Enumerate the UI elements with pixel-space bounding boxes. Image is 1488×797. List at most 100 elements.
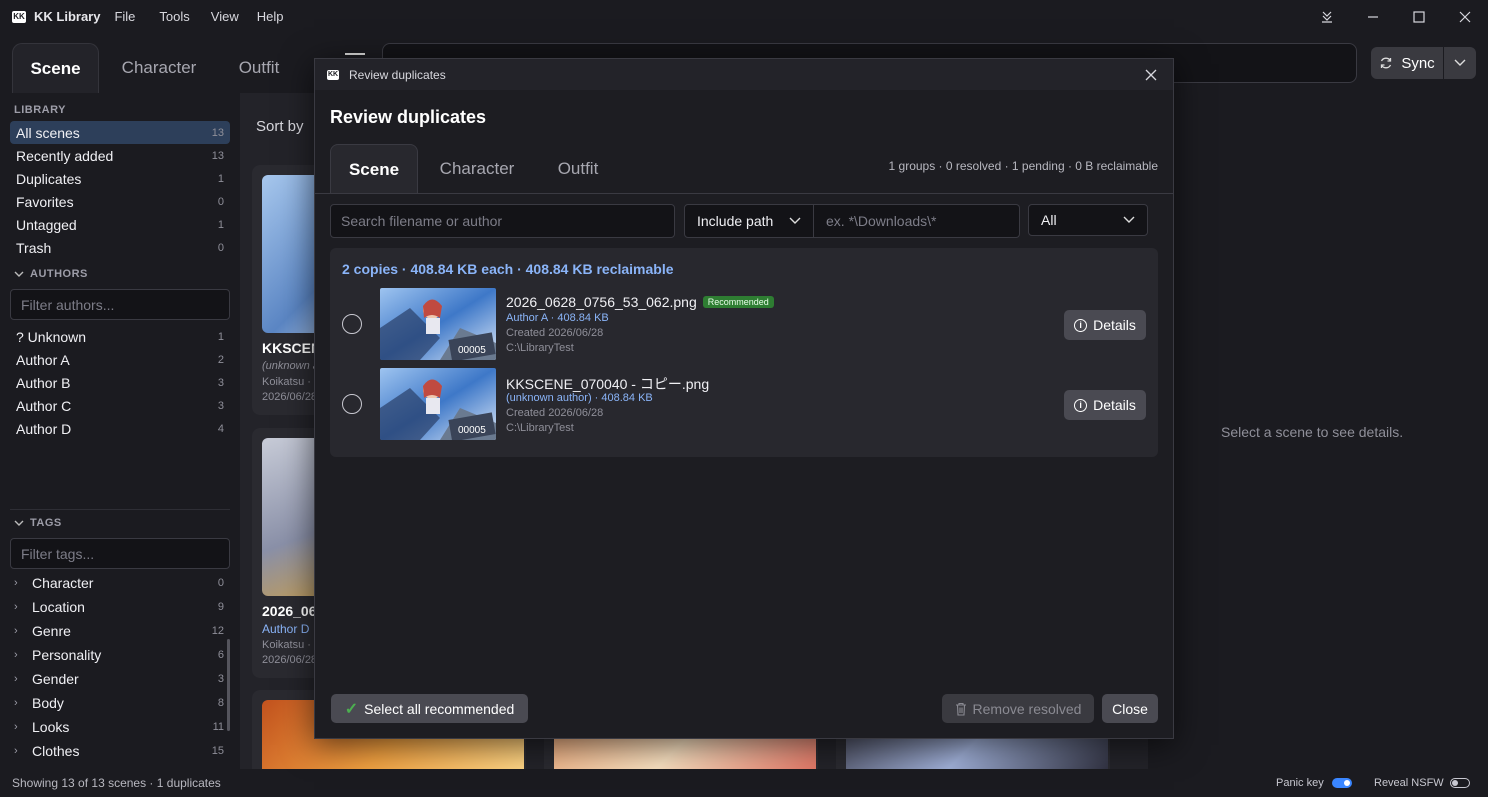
close-window-icon[interactable] bbox=[1442, 0, 1488, 33]
status-bar: Showing 13 of 13 scenes · 1 duplicates P… bbox=[0, 769, 1488, 797]
sidebar-item-count: 0 bbox=[217, 241, 224, 254]
sidebar-item-duplicates[interactable]: Duplicates 1 bbox=[10, 167, 230, 190]
sidebar-item-count: 4 bbox=[217, 422, 224, 435]
remove-resolved-button[interactable]: Remove resolved bbox=[942, 694, 1094, 723]
dialog-search-input[interactable]: Search filename or author bbox=[330, 204, 675, 238]
sidebar-item-label: All scenes bbox=[16, 124, 80, 141]
review-duplicates-dialog: KK Review duplicates Review duplicates S… bbox=[314, 58, 1174, 739]
tag-group-label: Personality bbox=[32, 647, 102, 663]
tag-group-body[interactable]: › Body 8 bbox=[14, 692, 228, 714]
sidebar-item-recently-added[interactable]: Recently added 13 bbox=[10, 144, 230, 167]
scene-card-author: Author D bbox=[262, 622, 310, 636]
sync-button[interactable]: Sync bbox=[1371, 47, 1443, 79]
close-button[interactable]: Close bbox=[1102, 694, 1158, 723]
sidebar-item-label: ? Unknown bbox=[16, 328, 87, 345]
chevron-down-icon bbox=[14, 271, 24, 277]
recommended-badge: Recommended bbox=[702, 296, 774, 308]
duplicate-group: 2 copies · 408.84 KB each · 408.84 KB re… bbox=[330, 248, 1158, 457]
check-icon: ✓ bbox=[344, 700, 359, 718]
tag-group-looks[interactable]: › Looks 11 bbox=[14, 716, 228, 738]
sidebar-item-favorites[interactable]: Favorites 0 bbox=[10, 190, 230, 213]
dialog-tab-outfit[interactable]: Outfit bbox=[543, 144, 613, 194]
sidebar-item-label: Trash bbox=[16, 239, 52, 256]
download-icon[interactable] bbox=[1304, 0, 1350, 33]
tag-group-genre[interactable]: › Genre 12 bbox=[14, 620, 228, 642]
sidebar-item-label: Author A bbox=[16, 351, 70, 368]
sidebar-item-author-b[interactable]: Author B 3 bbox=[10, 371, 230, 394]
sidebar-item-trash[interactable]: Trash 0 bbox=[10, 236, 230, 259]
status-text: Showing 13 of 13 scenes · 1 duplicates bbox=[12, 776, 221, 790]
menu-help[interactable]: Help bbox=[257, 9, 284, 24]
tab-scene[interactable]: Scene bbox=[12, 43, 99, 93]
menu-file[interactable]: File bbox=[114, 9, 135, 24]
divider bbox=[10, 509, 230, 510]
path-pattern-input[interactable]: ex. *\Downloads\* bbox=[814, 204, 1020, 238]
sidebar-item-author-d[interactable]: Author D 4 bbox=[10, 417, 230, 440]
duplicate-row[interactable]: 00005 KKSCENE_070040 - コピー.png (unknown … bbox=[330, 368, 1158, 440]
tag-group-clothes[interactable]: › Clothes 15 bbox=[14, 740, 228, 762]
tag-group-character[interactable]: › Character 0 bbox=[14, 572, 228, 594]
sidebar-item-untagged[interactable]: Untagged 1 bbox=[10, 213, 230, 236]
chevron-down-icon bbox=[1123, 216, 1135, 223]
detail-empty-hint: Select a scene to see details. bbox=[1221, 424, 1404, 440]
sidebar-item-author-c[interactable]: Author C 3 bbox=[10, 394, 230, 417]
filter-authors-input[interactable]: Filter authors... bbox=[10, 289, 230, 320]
keep-radio[interactable] bbox=[342, 314, 362, 334]
sync-dropdown-button[interactable] bbox=[1444, 47, 1476, 79]
duplicate-row[interactable]: 00005 2026_0628_0756_53_062.png Recommen… bbox=[330, 288, 1158, 360]
sidebar-item-author-unknown[interactable]: ? Unknown 1 bbox=[10, 325, 230, 348]
tag-group-count: 11 bbox=[212, 721, 224, 733]
remove-resolved-label: Remove resolved bbox=[972, 700, 1082, 717]
tag-group-count: 6 bbox=[217, 649, 224, 661]
divider bbox=[315, 193, 1173, 194]
chevron-right-icon: › bbox=[14, 577, 18, 589]
sidebar-item-author-a[interactable]: Author A 2 bbox=[10, 348, 230, 371]
reveal-nsfw-toggle[interactable] bbox=[1450, 778, 1470, 788]
status-filter-select[interactable]: All bbox=[1028, 204, 1148, 236]
sidebar-item-label: Author D bbox=[16, 420, 72, 437]
tag-group-personality[interactable]: › Personality 6 bbox=[14, 644, 228, 666]
dialog-tab-scene[interactable]: Scene bbox=[330, 144, 418, 194]
authors-header[interactable]: AUTHORS bbox=[14, 268, 88, 280]
close-icon[interactable] bbox=[1141, 65, 1161, 85]
chevron-down-icon bbox=[14, 520, 24, 526]
duplicate-thumbnail: 00005 bbox=[380, 288, 496, 360]
maximize-icon[interactable] bbox=[1396, 0, 1442, 33]
sidebar-item-count: 3 bbox=[217, 399, 224, 412]
app-title: KK Library bbox=[34, 9, 101, 24]
details-button[interactable]: i Details bbox=[1064, 390, 1146, 420]
chevron-down-icon bbox=[1454, 59, 1466, 66]
tag-group-label: Gender bbox=[32, 671, 79, 687]
menu-tools[interactable]: Tools bbox=[159, 9, 189, 24]
chevron-right-icon: › bbox=[14, 649, 18, 661]
sidebar: LIBRARY All scenes 13 Recently added 13 Du… bbox=[0, 93, 240, 769]
detail-panel: Select a scene to see details. bbox=[1148, 93, 1488, 769]
tag-group-gender[interactable]: › Gender 3 bbox=[14, 668, 228, 690]
minimize-icon[interactable] bbox=[1350, 0, 1396, 33]
trash-icon bbox=[955, 702, 966, 716]
tag-group-location[interactable]: › Location 9 bbox=[14, 596, 228, 618]
include-path-select[interactable]: Include path bbox=[684, 204, 814, 238]
panic-key-toggle[interactable] bbox=[1332, 778, 1352, 788]
duplicate-filename-text: 2026_0628_0756_53_062.png bbox=[506, 294, 697, 310]
sync-label: Sync bbox=[1401, 54, 1435, 72]
info-icon: i bbox=[1074, 318, 1088, 332]
dialog-heading: Review duplicates bbox=[330, 107, 487, 127]
tag-group-count: 8 bbox=[217, 697, 224, 709]
window-titlebar: KK KK Library File Tools View Help bbox=[0, 0, 1488, 33]
sidebar-scrollbar[interactable] bbox=[227, 639, 230, 731]
thumbnail-number: 00005 bbox=[458, 345, 486, 356]
sort-by-label[interactable]: Sort by bbox=[256, 118, 304, 135]
filter-tags-input[interactable]: Filter tags... bbox=[10, 538, 230, 569]
tab-outfit[interactable]: Outfit bbox=[225, 43, 293, 93]
sidebar-item-count: 1 bbox=[217, 172, 224, 185]
tab-character[interactable]: Character bbox=[110, 43, 208, 93]
tags-header[interactable]: TAGS bbox=[14, 517, 62, 529]
menu-view[interactable]: View bbox=[211, 9, 239, 24]
sidebar-item-all-scenes[interactable]: All scenes 13 bbox=[10, 121, 230, 144]
duplicate-path: C:\LibraryTest bbox=[506, 342, 574, 354]
dialog-tab-character[interactable]: Character bbox=[430, 144, 524, 194]
select-all-recommended-button[interactable]: ✓ Select all recommended bbox=[331, 694, 528, 723]
keep-radio[interactable] bbox=[342, 394, 362, 414]
details-button[interactable]: i Details bbox=[1064, 310, 1146, 340]
